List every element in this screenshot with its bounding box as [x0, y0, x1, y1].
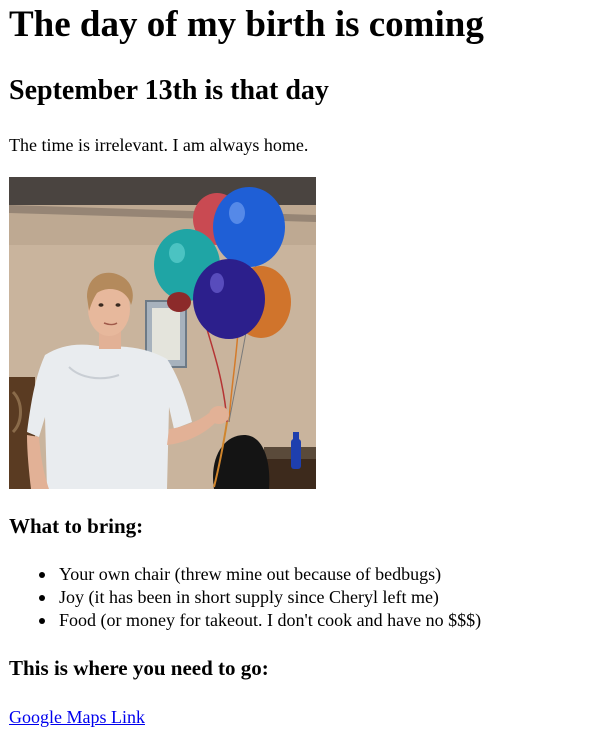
list-item-text: Joy (it has been in short supply since C…	[59, 587, 439, 607]
bullet-icon	[39, 595, 45, 601]
bring-list: Your own chair (threw mine out because o…	[39, 563, 481, 632]
bullet-icon	[39, 618, 45, 624]
photo-bottle	[291, 439, 301, 469]
bullet-icon	[39, 572, 45, 578]
list-item: Your own chair (threw mine out because o…	[39, 563, 481, 586]
bring-heading: What to bring:	[9, 514, 144, 538]
list-item-text: Food (or money for takeout. I don't cook…	[59, 610, 482, 630]
list-item: Food (or money for takeout. I don't cook…	[39, 609, 481, 632]
google-maps-link[interactable]: Google Maps Link	[9, 705, 145, 729]
photo-balloon-dark-red	[167, 292, 191, 312]
photo-balloon-purple	[193, 259, 265, 339]
birthday-photo	[9, 177, 316, 489]
intro-text: The time is irrelevant. I am always home…	[9, 135, 309, 155]
list-item: Joy (it has been in short supply since C…	[39, 586, 481, 609]
list-item-text: Your own chair (threw mine out because o…	[59, 564, 442, 584]
page-subtitle: September 13th is that day	[9, 75, 329, 106]
page-title: The day of my birth is coming	[9, 4, 484, 45]
photo-man-shirt	[27, 344, 192, 489]
directions-heading: This is where you need to go:	[9, 656, 269, 680]
photo-balloon-blue	[213, 187, 285, 267]
